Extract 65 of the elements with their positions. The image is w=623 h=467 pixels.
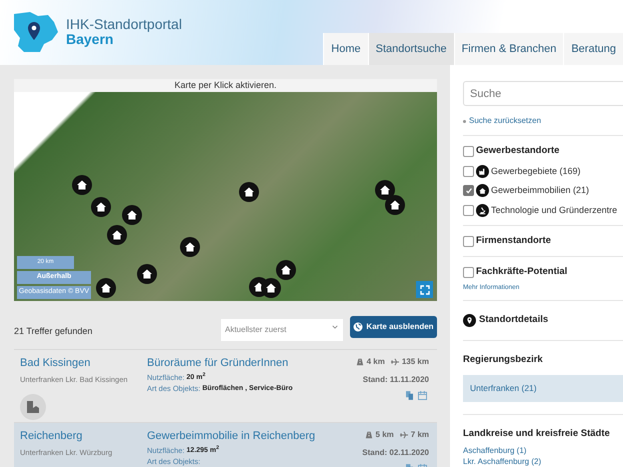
county-link[interactable]: Aschaffenburg (1) <box>463 445 623 456</box>
road-distance: 4 km <box>366 356 385 368</box>
date-text: Stand: 11.11.2020 <box>362 374 429 386</box>
checkbox[interactable] <box>463 266 474 278</box>
filter-group-label: Fachkräfte-Potential <box>476 265 568 280</box>
house-marker-icon[interactable] <box>261 278 281 298</box>
district-item[interactable]: Unterfranken (21) <box>463 374 623 402</box>
logo-subtitle: Bayern <box>66 32 114 47</box>
hide-map-button[interactable]: Karte ausblenden <box>350 316 437 338</box>
place-link[interactable]: Bad Kissingen <box>20 356 147 370</box>
section-heading: Landkreise und kreisfreie Städte <box>463 426 611 441</box>
filter-option-label: Gewerbeimmobilien (21) <box>491 184 590 197</box>
date-text: Stand: 02.11.2020 <box>362 447 429 459</box>
document-icon[interactable] <box>406 391 413 400</box>
road-distance: 5 km <box>376 429 394 441</box>
road-icon <box>356 358 364 366</box>
filter-group-label: Gewerbestandorte <box>476 144 560 158</box>
house-marker-icon[interactable] <box>91 197 111 217</box>
house-marker-icon[interactable] <box>385 195 405 215</box>
airplane-icon <box>400 431 408 439</box>
location-pin-icon <box>463 314 476 327</box>
airplane-icon <box>390 358 399 366</box>
house-marker-icon[interactable] <box>122 205 142 225</box>
checkbox[interactable] <box>463 146 474 157</box>
reset-search-link[interactable]: Suche zurücksetzen <box>469 115 542 128</box>
house-marker-icon[interactable] <box>107 225 127 245</box>
checkbox[interactable] <box>463 166 474 177</box>
house-marker-icon[interactable] <box>137 264 157 284</box>
filter-option-label: Technologie und Gründerzentre <box>491 204 618 217</box>
nav-tab[interactable]: Home <box>323 33 368 65</box>
fullscreen-icon <box>420 284 430 294</box>
house-icon <box>476 184 489 198</box>
factory-icon <box>476 164 489 178</box>
fullscreen-button[interactable] <box>416 281 433 298</box>
results-count: 21 Treffer gefunden <box>14 324 92 338</box>
chevron-down-icon <box>332 324 338 330</box>
house-marker-icon[interactable] <box>239 182 259 202</box>
section-heading: Regierungsbezirk <box>463 352 544 366</box>
house-marker-icon[interactable] <box>375 180 395 200</box>
filter-group-label: Firmenstandorte <box>476 234 551 248</box>
house-marker-icon[interactable] <box>96 278 116 298</box>
air-distance: 7 km <box>410 429 429 441</box>
checkbox[interactable] <box>463 236 474 247</box>
sort-select[interactable]: Aktuellster zuerst <box>221 318 343 340</box>
nav-tab[interactable]: Beratung <box>563 33 623 65</box>
bullet-icon <box>463 120 466 123</box>
microscope-icon <box>476 204 489 217</box>
house-marker-icon[interactable] <box>72 175 92 195</box>
logo-title: IHK-Standortportal <box>66 17 182 32</box>
checkbox[interactable] <box>463 204 474 216</box>
listing-title-link[interactable]: Büroräume für GründerInnen <box>147 356 356 370</box>
house-marker-icon[interactable] <box>276 260 296 280</box>
county-link[interactable]: Lkr. Aschaffenburg (2) <box>463 456 623 467</box>
nav-tab[interactable]: Firmen & Branchen <box>454 33 564 65</box>
place-link[interactable]: Reichenberg <box>20 429 147 443</box>
section-heading: Standortdetails <box>479 313 548 328</box>
air-distance: 135 km <box>402 356 429 368</box>
map-activation-banner[interactable]: Karte per Klick aktivieren. <box>14 79 437 92</box>
search-field[interactable]: Suche <box>463 81 623 106</box>
listing-title-link[interactable]: Gewerbeimmobilie in Reichenberg <box>147 429 362 443</box>
filter-option-label: Gewerbegebiete (169) <box>491 164 581 178</box>
checkbox[interactable] <box>463 185 474 196</box>
nav-tab[interactable]: Standortsuche <box>368 33 454 65</box>
road-icon <box>364 431 373 439</box>
house-marker-icon[interactable] <box>180 237 200 257</box>
